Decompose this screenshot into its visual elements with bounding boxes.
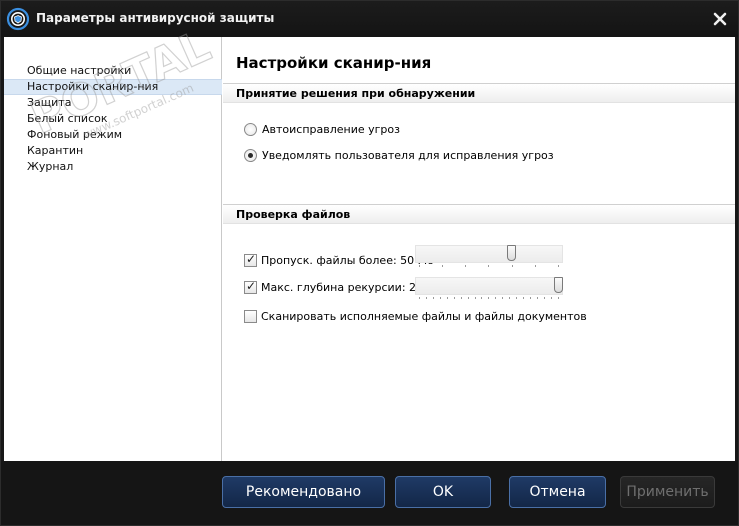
ok-button[interactable]: OK: [395, 476, 491, 508]
recursion-depth-slider[interactable]: [415, 277, 563, 301]
auto-fix-radio-row[interactable]: Автоисправление угроз: [244, 121, 400, 137]
sidebar-item-scan-settings[interactable]: Настройки сканир-ния: [4, 79, 222, 95]
notify-user-label: Уведомлять пользователя для исправления …: [262, 148, 554, 162]
sidebar-item-background-mode[interactable]: Фоновый режим: [4, 127, 222, 143]
recursion-depth-row[interactable]: Макс. глубина рекурсии: 20: [244, 279, 423, 295]
skip-files-slider-ticks: [419, 265, 559, 268]
file-check-section-header: Проверка файлов: [223, 204, 735, 224]
sidebar-item-quarantine[interactable]: Карантин: [4, 143, 222, 159]
scan-executables-label: Сканировать исполняемые файлы и файлы до…: [261, 309, 587, 323]
recursion-depth-checkbox[interactable]: [244, 279, 257, 294]
skip-files-slider-thumb[interactable]: [507, 245, 516, 261]
window-title: Параметры антивирусной защиты: [36, 11, 275, 25]
cancel-button[interactable]: Отмена: [509, 476, 606, 508]
content-area: Общие настройки Настройки сканир-ния Защ…: [4, 37, 735, 461]
page-title: Настройки сканир-ния: [236, 54, 432, 72]
app-logo-icon: [6, 7, 30, 31]
skip-files-slider[interactable]: [415, 245, 563, 269]
file-check-section-title: Проверка файлов: [236, 208, 351, 221]
recursion-depth-label: Макс. глубина рекурсии: 20: [261, 280, 424, 294]
recursion-depth-slider-thumb[interactable]: [554, 277, 563, 293]
footer-bar: Рекомендовано OK Отмена Применить: [1, 461, 738, 525]
sidebar-item-protection[interactable]: Защита: [4, 95, 222, 111]
title-bar[interactable]: Параметры антивирусной защиты: [1, 1, 738, 37]
main-panel: Настройки сканир-ния Принятие решения пр…: [223, 37, 735, 461]
detection-section-title: Принятие решения при обнаружении: [236, 87, 476, 100]
recursion-depth-slider-ticks: [419, 297, 559, 300]
sidebar-item-log[interactable]: Журнал: [4, 159, 222, 175]
auto-fix-radio[interactable]: [244, 122, 257, 136]
sidebar-item-whitelist[interactable]: Белый список: [4, 111, 222, 127]
scan-executables-row[interactable]: Сканировать исполняемые файлы и файлы до…: [244, 308, 587, 324]
notify-user-radio[interactable]: [244, 148, 257, 162]
skip-files-slider-track: [415, 245, 563, 263]
sidebar-item-general[interactable]: Общие настройки: [4, 63, 222, 79]
recursion-depth-slider-track: [415, 277, 563, 295]
skip-files-label: Пропуск. файлы более: 50 Мб: [261, 253, 434, 267]
scan-executables-checkbox[interactable]: [244, 309, 257, 323]
close-icon[interactable]: [710, 9, 730, 29]
sidebar-nav: Общие настройки Настройки сканир-ния Защ…: [4, 63, 222, 175]
apply-button[interactable]: Применить: [620, 476, 715, 508]
skip-files-checkbox[interactable]: [244, 252, 257, 267]
recommended-button[interactable]: Рекомендовано: [222, 476, 385, 508]
auto-fix-label: Автоисправление угроз: [262, 122, 400, 136]
notify-user-radio-row[interactable]: Уведомлять пользователя для исправления …: [244, 147, 554, 163]
skip-files-row[interactable]: Пропуск. файлы более: 50 Мб: [244, 252, 434, 268]
detection-section-header: Принятие решения при обнаружении: [223, 83, 735, 103]
sidebar: Общие настройки Настройки сканир-ния Защ…: [4, 37, 222, 461]
settings-window: Параметры антивирусной защиты Общие наст…: [0, 0, 739, 526]
